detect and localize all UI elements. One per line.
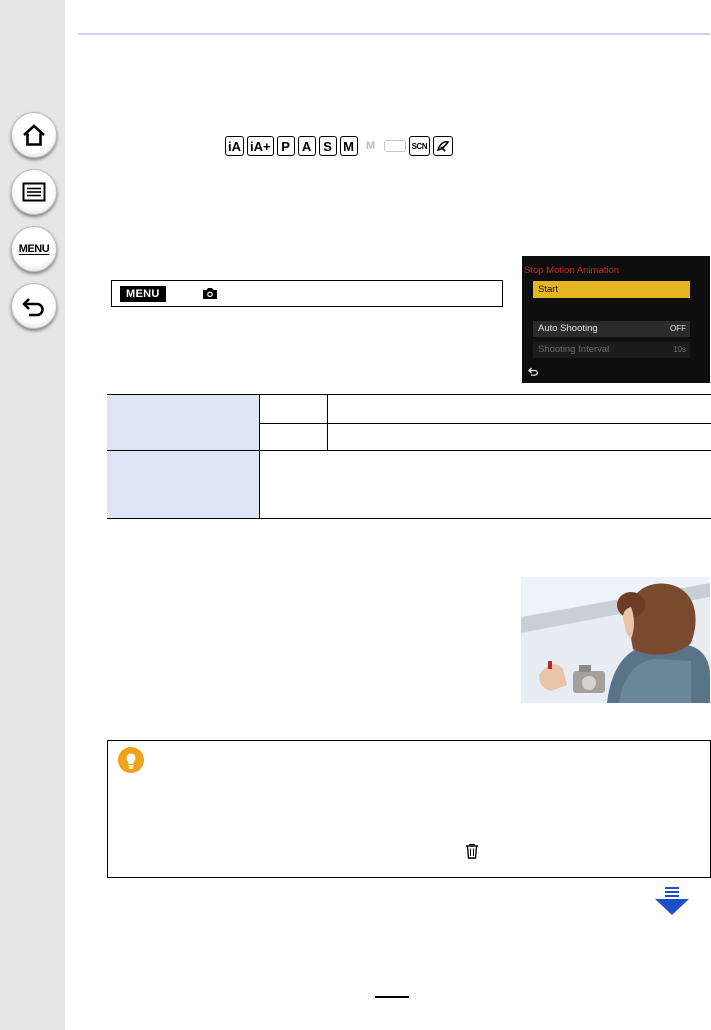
table-cell <box>107 394 260 451</box>
shooting-interval-label: Shooting Interval <box>538 344 610 355</box>
auto-shooting-item[interactable]: Auto Shooting OFF <box>533 321 690 337</box>
table-cell <box>327 423 711 451</box>
contents-button[interactable] <box>11 169 57 215</box>
table-cell <box>107 450 260 519</box>
mode-a-icon: A <box>297 136 316 156</box>
mode-scn-icon: SCN <box>408 136 430 156</box>
screen-back-icon <box>528 367 538 376</box>
mode-panorama-icon <box>383 140 406 152</box>
menu-badge: MENU <box>120 285 166 302</box>
home-icon <box>23 124 45 146</box>
down-arrow-icon[interactable] <box>654 887 690 915</box>
mode-ia-icon: iA <box>225 136 244 156</box>
camera-icon <box>202 288 217 299</box>
header-rule <box>78 33 710 35</box>
contents-list-icon <box>22 182 46 202</box>
nav-sidebar: MENU <box>0 0 65 1030</box>
camera-screen: Stop Motion Animation Start Auto Shootin… <box>522 256 710 383</box>
start-item[interactable]: Start <box>533 281 690 298</box>
lightbulb-tip-icon <box>118 747 144 773</box>
settings-table <box>107 394 711 519</box>
screen-title: Stop Motion Animation <box>524 265 620 276</box>
mode-p-icon: P <box>276 136 295 156</box>
table-cell <box>259 423 328 451</box>
table-row <box>107 450 711 519</box>
shooting-interval-item: Shooting Interval 10s <box>533 342 690 358</box>
applicable-modes: iA iA+ P A S M M SCN <box>225 136 453 156</box>
home-button[interactable] <box>11 112 57 158</box>
back-button[interactable] <box>11 283 57 329</box>
table-row <box>107 394 711 451</box>
trash-icon <box>466 843 478 859</box>
table-cell <box>327 394 711 424</box>
back-icon <box>22 298 44 317</box>
mode-ia-plus-icon: iA+ <box>247 136 274 156</box>
auto-shooting-label: Auto Shooting <box>538 323 598 334</box>
menu-button[interactable]: MENU <box>11 226 57 272</box>
menu-icon: MENU <box>18 243 50 255</box>
table-cell <box>259 394 328 424</box>
menu-path: MENU <box>111 280 503 307</box>
tip-box <box>107 740 711 878</box>
page-number <box>375 996 409 998</box>
shooting-interval-value: 10s <box>673 345 686 354</box>
table-cell <box>259 450 711 519</box>
mode-creative-icon <box>432 136 453 156</box>
mode-s-icon: S <box>318 136 337 156</box>
mode-movie-m-icon: M <box>366 140 376 152</box>
illustration-photo <box>521 577 710 703</box>
auto-shooting-value: OFF <box>670 324 686 333</box>
mode-m-icon: M <box>339 136 358 156</box>
